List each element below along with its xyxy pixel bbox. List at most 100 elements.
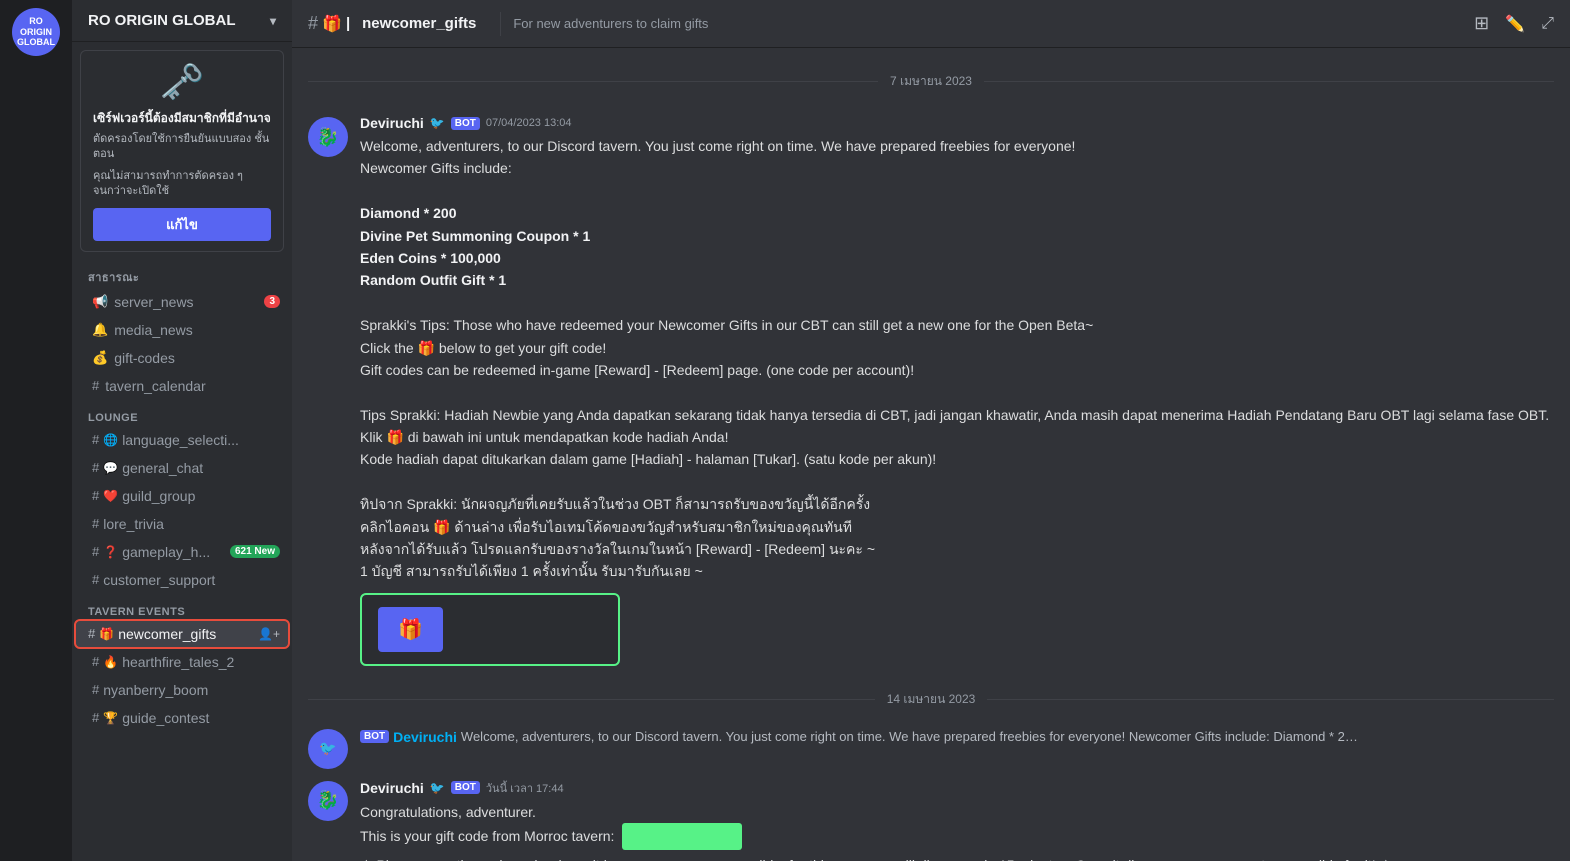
author-emoji-1: 🐦 [430, 116, 445, 130]
message-text-1: Welcome, adventurers, to our Discord tav… [360, 135, 1554, 583]
author-emoji-2: 🐦 [430, 781, 445, 795]
message-compact-2: 🐦 BOT Deviruchi Welcome, adventurers, to… [292, 725, 1570, 773]
message-content-1: Deviruchi 🐦 BOT 07/04/2023 13:04 Welcome… [360, 115, 1554, 666]
compact-content: BOT Deviruchi Welcome, adventurers, to o… [360, 729, 1554, 747]
section-label-public: สาธารณะ [72, 260, 292, 288]
hashtag-action-icon[interactable]: ⊞ [1474, 13, 1489, 34]
boost-box: 🗝️ เซิร์ฟเวอร์นี้ต้องมีสมาชิกที่มีอำนาจ … [80, 50, 284, 252]
gift-code-value [622, 823, 742, 849]
channel-item-server-news[interactable]: 📢 server_news 3 [76, 289, 288, 315]
channel-item-newcomer-gifts[interactable]: # 🎁 newcomer_gifts 👤+ [76, 621, 288, 647]
boost-desc: ตัดครองโดยใช้การยืนยันแบบสอง ชั้นตอน [93, 132, 271, 163]
section-label-lounge: LOUNGE [72, 400, 292, 426]
gift-box-container: 🎁 [360, 593, 620, 666]
channel-name: nyanberry_boom [103, 682, 280, 698]
tips-en2: Click the 🎁 below to get your gift code! [360, 340, 606, 356]
hash-icon-newcomer: # [88, 626, 95, 641]
message-header-1: Deviruchi 🐦 BOT 07/04/2023 13:04 [360, 115, 1554, 131]
date-text-2: 14 เมษายน 2023 [875, 690, 988, 709]
hash-icon3: # [92, 460, 99, 475]
avatar-2: 🐉 [308, 781, 348, 821]
channel-name-newcomer: newcomer_gifts [118, 626, 258, 642]
tips-id3: Kode hadiah dapat ditukarkan dalam game … [360, 451, 936, 467]
tips-th4: 1 บัญชี สามารถรับได้เพียง 1 ครั้งเท่านั้… [360, 563, 703, 579]
channel-fullname-header: newcomer_gifts [362, 15, 476, 32]
gift-emoji-header: 🎁 [322, 14, 342, 34]
gift-pet: Divine Pet Summoning Coupon * 1 [360, 225, 1554, 247]
channel-sidebar: RO ORIGIN GLOBAL ▾ 🗝️ เซิร์ฟเวอร์นี้ต้อง… [72, 0, 292, 861]
date-text-1: 7 เมษายน 2023 [878, 72, 984, 91]
bot-badge-inline: BOT [360, 730, 389, 743]
add-member-icon[interactable]: 👤+ [258, 627, 280, 641]
hash-icon5: # [92, 516, 99, 531]
gift-outfit: Random Outfit Gift * 1 [360, 269, 1554, 291]
gift-eden: Eden Coins * 100,000 [360, 247, 1554, 269]
channel-name: media_news [114, 322, 280, 338]
channel-item-nyanberry[interactable]: # nyanberry_boom [76, 677, 288, 703]
tips-en3: Gift codes can be redeemed in-game [Rewa… [360, 362, 914, 378]
gift-icon-sidebar: 🎁 [99, 627, 114, 641]
hash-icon10: # [92, 710, 99, 725]
channel-item-hearthfire[interactable]: # 🔥 hearthfire_tales_2 [76, 649, 288, 675]
preview-text: Welcome, adventurers, to our Discord tav… [461, 729, 1361, 744]
timestamp-2: วันนี้ เวลา 17:44 [486, 779, 564, 797]
avatar-1: 🐉 [308, 117, 348, 157]
bot-badge-1: BOT [451, 117, 480, 130]
trophy-icon: 🏆 [103, 711, 118, 725]
channel-item-guide-contest[interactable]: # 🏆 guide_contest [76, 705, 288, 731]
messages-area[interactable]: 7 เมษายน 2023 🐉 Deviruchi 🐦 BOT 07/04/20… [292, 48, 1570, 861]
top-bar: # 🎁 | newcomer_gifts For new adventurers… [292, 0, 1570, 48]
date-divider-2: 14 เมษายน 2023 [292, 682, 1570, 717]
date-divider-1: 7 เมษายน 2023 [292, 64, 1570, 99]
channel-item-lore-trivia[interactable]: # lore_trivia [76, 511, 288, 537]
channel-item-gameplay[interactable]: # ❓ gameplay_h... 621 New [76, 539, 288, 565]
hash-icon-header: # [308, 13, 318, 34]
boost-title: เซิร์ฟเวอร์นี้ต้องมีสมาชิกที่มีอำนาจ [93, 109, 271, 128]
server-header[interactable]: RO ORIGIN GLOBAL ▾ [72, 0, 292, 42]
channel-name: customer_support [103, 572, 280, 588]
bot-badge-2: BOT [451, 781, 480, 794]
channel-item-language[interactable]: # 🌐 language_selecti... [76, 427, 288, 453]
channel-name: hearthfire_tales_2 [122, 654, 280, 670]
channel-item-customer-support[interactable]: # customer_support [76, 567, 288, 593]
hash-icon2: # [92, 432, 99, 447]
message-header-2: Deviruchi 🐦 BOT วันนี้ เวลา 17:44 [360, 779, 1554, 797]
gift-diamond: Diamond * 200 [360, 202, 1554, 224]
edit-icon[interactable]: ✏️ [1505, 14, 1525, 34]
warning-text: ⚠ Please save the code and redeem it in-… [360, 854, 1554, 861]
channel-item-guild-group[interactable]: # ❤️ guild_group [76, 483, 288, 509]
heart-icon: ❤️ [103, 489, 118, 503]
channel-item-gift-codes[interactable]: 💰 gift-codes [76, 345, 288, 371]
fix-button[interactable]: แก้ไข [93, 208, 271, 241]
badge-new-gameplay: 621 New [230, 545, 280, 558]
message-text-2: Congratulations, adventurer. This is you… [360, 801, 1554, 861]
channel-item-media-news[interactable]: 🔔 media_news [76, 317, 288, 343]
main-content: # 🎁 | newcomer_gifts For new adventurers… [292, 0, 1570, 861]
tips-th3: หลังจากได้รับแล้ว โปรดแลกรับของรางวัลในเ… [360, 541, 875, 557]
channel-name-header: | [346, 15, 350, 32]
bot-icon-small: 🐦 [308, 729, 348, 769]
server-icon[interactable]: RO ORIGIN GLOBAL [12, 8, 60, 56]
key-icon: 🗝️ [93, 61, 271, 103]
divider-vertical [500, 12, 501, 36]
author-name-2: Deviruchi [360, 780, 424, 796]
claim-gift-button[interactable]: 🎁 [378, 607, 443, 652]
hash-icon7: # [92, 572, 99, 587]
channel-name: guide_contest [122, 710, 280, 726]
fire-icon: 🔥 [103, 655, 118, 669]
channel-item-general-chat[interactable]: # 💬 general_chat [76, 455, 288, 481]
tips-en: Sprakki's Tips: Those who have redeemed … [360, 317, 1093, 333]
channel-name: gameplay_h... [122, 544, 230, 560]
channel-name: gift-codes [114, 350, 280, 366]
message-group-2: 🐉 Deviruchi 🐦 BOT วันนี้ เวลา 17:44 Cong… [292, 775, 1570, 861]
channel-name: tavern_calendar [105, 378, 280, 394]
announcement-icon: 📢 [92, 294, 108, 310]
channel-name: server_news [114, 294, 264, 310]
tips-id2: Klik 🎁 di bawah ini untuk mendapatkan ko… [360, 429, 728, 445]
message-content-2: Deviruchi 🐦 BOT วันนี้ เวลา 17:44 Congra… [360, 779, 1554, 861]
boost-desc2: คุณไม่สามารถทำการตัดครอง ๆ จนกว่าจะเปิดใ… [93, 169, 271, 200]
hash-icon4: # [92, 488, 99, 503]
channel-item-tavern-calendar[interactable]: # tavern_calendar [76, 373, 288, 399]
chevron-down-icon: ▾ [270, 14, 276, 28]
expand-icon[interactable]: ⤢ [1541, 15, 1554, 33]
